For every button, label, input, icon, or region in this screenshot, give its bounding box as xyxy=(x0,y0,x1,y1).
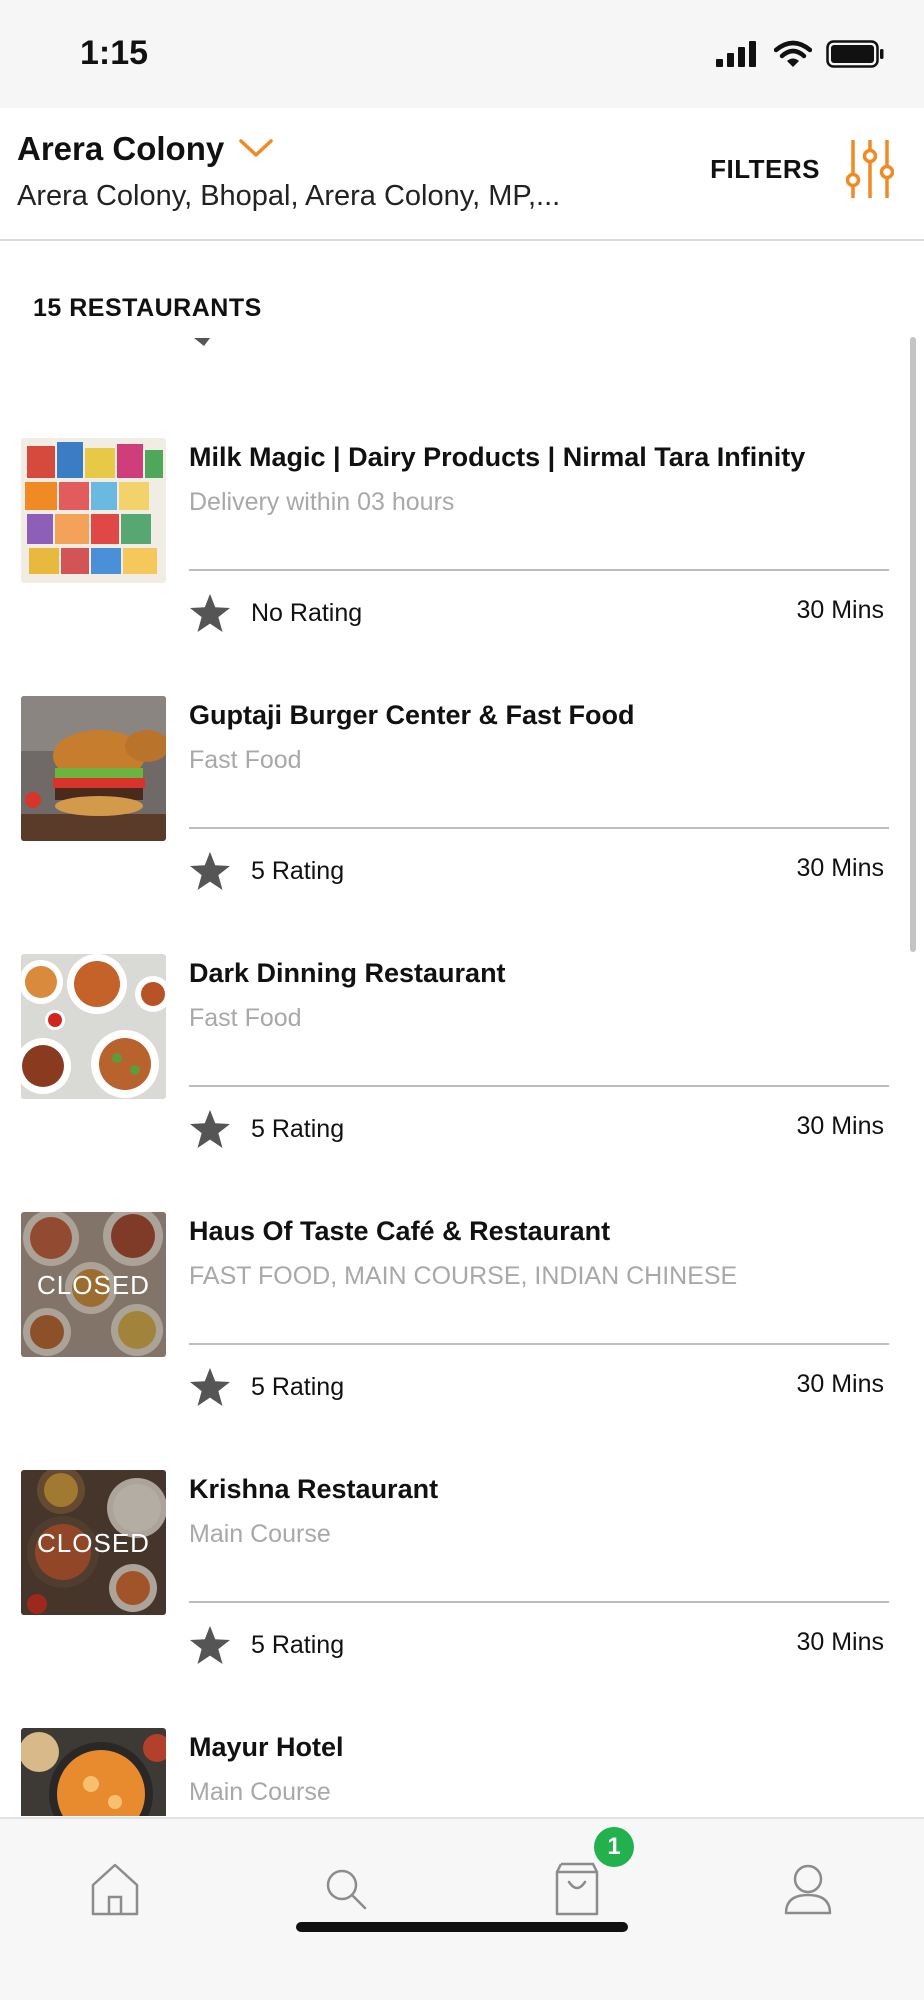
rating-text: No Rating xyxy=(251,598,363,627)
status-icons xyxy=(716,40,884,68)
restaurant-card[interactable]: Mayur Hotel Main Course xyxy=(0,1728,924,1816)
restaurant-category: FAST FOOD, MAIN COURSE, INDIAN CHINESE xyxy=(189,1262,738,1290)
profile-icon xyxy=(784,1864,832,1915)
delivery-time: 30 Mins xyxy=(796,1370,884,1398)
restaurant-card[interactable]: Dark Dinning Restaurant Fast Food 5 Rati… xyxy=(0,954,924,1212)
restaurant-card[interactable]: CLOSED Krishna Restaurant Main Course 5 … xyxy=(0,1470,924,1728)
star-icon xyxy=(190,1109,230,1148)
location-header: Arera Colony Arera Colony, Bhopal, Arera… xyxy=(0,108,924,241)
filters-label: FILTERS xyxy=(710,153,820,184)
wifi-icon xyxy=(774,40,812,67)
restaurant-name: Krishna Restaurant xyxy=(189,1474,439,1504)
signal-icon xyxy=(716,41,756,67)
delivery-time: 30 Mins xyxy=(796,1628,884,1656)
rating: No Rating xyxy=(189,593,362,633)
divider xyxy=(189,1601,889,1603)
indian-dishes-image: CLOSED xyxy=(21,1212,166,1357)
restaurant-category: Main Course xyxy=(189,1520,331,1548)
restaurant-name: Mayur Hotel xyxy=(189,1732,344,1762)
restaurant-card[interactable]: Milk Magic | Dairy Products | Nirmal Tar… xyxy=(0,438,924,696)
location-address: Arera Colony, Bhopal, Arera Colony, MP,.… xyxy=(17,180,561,212)
star-icon xyxy=(194,338,210,346)
restaurant-category: Fast Food xyxy=(189,1004,302,1032)
rating: 5 Rating xyxy=(189,1625,344,1665)
rating: 5 Rating xyxy=(189,1109,344,1149)
rating-text: 5 Rating xyxy=(251,1114,345,1143)
battery-icon xyxy=(826,40,884,68)
restaurant-name: Haus Of Taste Café & Restaurant xyxy=(189,1216,611,1246)
rating: 5 Rating xyxy=(189,851,344,891)
restaurant-name: Dark Dinning Restaurant xyxy=(189,958,506,988)
curry-rice-image: CLOSED xyxy=(21,1470,166,1615)
restaurant-name: Guptaji Burger Center & Fast Food xyxy=(189,700,635,730)
rating-text: 5 Rating xyxy=(251,1630,345,1659)
star-icon xyxy=(190,593,230,632)
home-icon xyxy=(91,1863,139,1916)
divider xyxy=(189,827,889,829)
restaurant-category: Main Course xyxy=(189,1778,331,1806)
rating-text: 5 Rating xyxy=(251,1372,345,1401)
burger-image xyxy=(21,696,166,841)
restaurant-category: Delivery within 03 hours xyxy=(189,488,455,516)
location-selector[interactable]: Arera Colony xyxy=(17,130,274,168)
nav-home[interactable] xyxy=(75,1849,155,1929)
closed-label: CLOSED xyxy=(37,1270,150,1300)
restaurant-card[interactable]: Guptaji Burger Center & Fast Food Fast F… xyxy=(0,696,924,954)
star-icon xyxy=(190,1625,230,1664)
restaurant-list[interactable]: Milk Magic | Dairy Products | Nirmal Tar… xyxy=(0,338,924,1816)
restaurant-count: 15 RESTAURANTS xyxy=(33,294,262,322)
status-bar: 1:15 xyxy=(0,0,924,108)
star-icon xyxy=(190,851,230,890)
divider xyxy=(189,1085,889,1087)
food-platter-image xyxy=(21,954,166,1099)
nav-profile[interactable] xyxy=(768,1849,848,1929)
cart-icon xyxy=(555,1862,599,1916)
location-title: Arera Colony xyxy=(17,130,225,167)
dairy-products-image xyxy=(21,438,166,583)
nav-search[interactable] xyxy=(306,1849,386,1929)
chevron-down-icon xyxy=(239,139,273,157)
bottom-nav: 1 xyxy=(0,1817,924,2000)
filter-sliders-icon xyxy=(846,140,894,198)
delivery-time: 30 Mins xyxy=(796,596,884,624)
delivery-time: 30 Mins xyxy=(796,854,884,882)
restaurant-name: Milk Magic | Dairy Products | Nirmal Tar… xyxy=(189,442,806,472)
rating: 5 Rating xyxy=(189,1367,344,1407)
delivery-time: 30 Mins xyxy=(796,1112,884,1140)
divider xyxy=(189,569,889,571)
closed-label: CLOSED xyxy=(37,1528,150,1558)
divider xyxy=(189,1343,889,1345)
cart-badge: 1 xyxy=(594,1827,634,1867)
restaurant-category: Fast Food xyxy=(189,746,302,774)
status-time: 1:15 xyxy=(80,34,149,72)
curry-bowl-image xyxy=(21,1728,166,1816)
filters-button[interactable]: FILTERS xyxy=(710,138,894,200)
restaurant-card[interactable]: CLOSED Haus Of Taste Café & Restaurant F… xyxy=(0,1212,924,1470)
rating-text: 5 Rating xyxy=(251,856,345,885)
search-icon xyxy=(326,1869,367,1910)
home-indicator xyxy=(296,1922,628,1932)
star-icon xyxy=(190,1367,230,1406)
scrollbar[interactable] xyxy=(910,337,916,952)
